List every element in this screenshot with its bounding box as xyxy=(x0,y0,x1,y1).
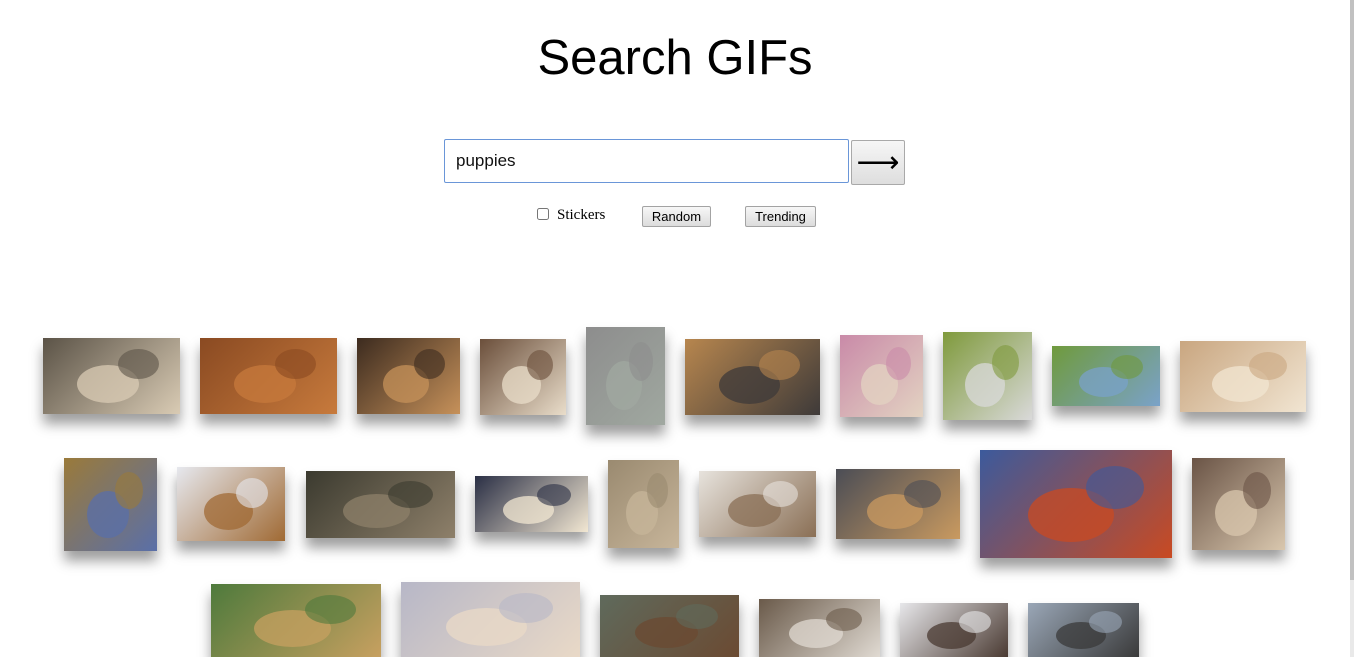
gif-preview-shape xyxy=(414,349,445,379)
gif-preview-shape xyxy=(1243,472,1271,509)
gif-result[interactable] xyxy=(586,327,665,425)
gif-preview-shape xyxy=(759,350,800,380)
gif-preview-shape xyxy=(763,481,798,507)
gif-result[interactable] xyxy=(759,599,880,657)
gif-result[interactable] xyxy=(900,603,1008,657)
gif-preview-shape xyxy=(388,481,433,508)
gif-result[interactable] xyxy=(685,339,820,415)
arrow-right-icon: ⟶ xyxy=(856,144,900,180)
gif-preview-shape xyxy=(527,350,553,380)
gif-preview-shape xyxy=(904,480,941,508)
gif-result[interactable] xyxy=(211,584,381,657)
gif-result[interactable] xyxy=(306,471,455,538)
gif-result[interactable] xyxy=(608,460,679,548)
gif-preview-shape xyxy=(826,608,862,631)
gif-result[interactable] xyxy=(475,476,588,532)
gif-result[interactable] xyxy=(480,339,566,415)
gif-preview-shape xyxy=(305,595,356,624)
gif-preview-shape xyxy=(676,604,718,629)
gif-preview-shape xyxy=(1089,611,1122,633)
gif-preview-shape xyxy=(629,342,653,381)
gif-result[interactable] xyxy=(43,338,180,414)
gif-preview-shape xyxy=(1086,466,1144,509)
stickers-label[interactable]: Stickers xyxy=(557,207,605,224)
gif-result[interactable] xyxy=(1028,603,1139,657)
gif-preview-shape xyxy=(992,345,1019,380)
gif-result[interactable] xyxy=(980,450,1172,558)
trending-button[interactable]: Trending xyxy=(745,206,816,227)
search-input[interactable] xyxy=(444,139,849,183)
gif-preview-shape xyxy=(1111,355,1143,379)
scrollbar-thumb[interactable] xyxy=(1350,0,1354,580)
random-button[interactable]: Random xyxy=(642,206,711,227)
search-submit-button[interactable]: ⟶ xyxy=(851,140,905,185)
gif-result[interactable] xyxy=(357,338,460,414)
gif-result[interactable] xyxy=(1052,346,1160,406)
gif-preview-shape xyxy=(959,611,991,633)
gif-preview-shape xyxy=(118,349,159,379)
gif-preview-shape xyxy=(537,484,571,506)
gif-result[interactable] xyxy=(1180,341,1306,412)
search-options: Stickers Random Trending xyxy=(0,205,1354,229)
gif-result[interactable] xyxy=(600,595,739,657)
gif-preview-shape xyxy=(886,347,911,380)
gif-result[interactable] xyxy=(943,332,1032,420)
gif-result[interactable] xyxy=(64,458,157,551)
gif-result[interactable] xyxy=(401,582,580,657)
gif-result[interactable] xyxy=(699,471,816,537)
stickers-checkbox[interactable] xyxy=(537,208,549,220)
gif-preview-shape xyxy=(647,473,668,508)
gif-preview-shape xyxy=(275,349,316,379)
scrollbar[interactable] xyxy=(1350,0,1354,657)
gif-result[interactable] xyxy=(1192,458,1285,550)
gif-preview-shape xyxy=(1249,352,1287,380)
gif-result[interactable] xyxy=(836,469,960,539)
page-title: Search GIFs xyxy=(537,31,813,85)
gif-result[interactable] xyxy=(177,467,285,541)
gif-preview-shape xyxy=(499,593,553,623)
gif-preview-shape xyxy=(236,478,268,508)
gif-result[interactable] xyxy=(840,335,923,417)
gif-result[interactable] xyxy=(200,338,337,414)
gif-preview-shape xyxy=(115,472,143,509)
